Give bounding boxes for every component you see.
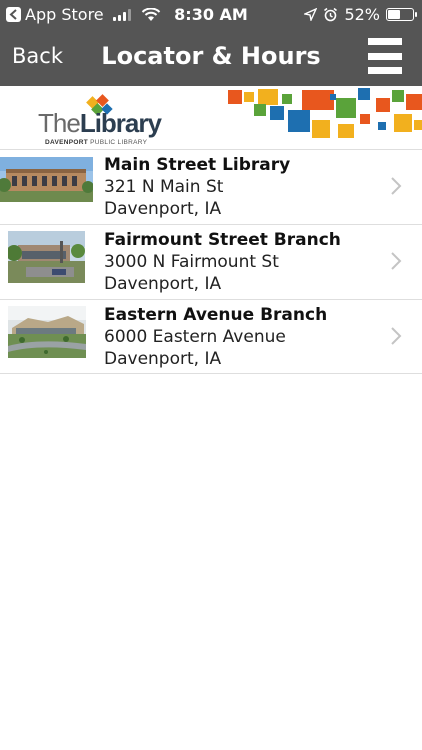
location-address: 3000 N Fairmount St: [104, 252, 279, 272]
hamburger-menu-icon[interactable]: [368, 38, 402, 74]
location-row-fairmount[interactable]: Fairmount Street Branch 3000 N Fairmount…: [0, 224, 422, 299]
alarm-clock-icon: [324, 7, 338, 22]
location-name: Main Street Library: [104, 155, 291, 175]
location-address: 6000 Eastern Avenue: [104, 327, 286, 347]
location-city: Davenport, IA: [104, 349, 222, 369]
page-title: Locator & Hours: [101, 42, 321, 70]
chevron-right-icon[interactable]: [390, 326, 402, 346]
location-arrow-icon: [304, 8, 318, 21]
location-list: Main Street Library 321 N Main St Davenp…: [0, 149, 422, 374]
status-bar: App Store 8:30 AM 52%: [0, 0, 422, 30]
battery-percent: 52%: [344, 5, 380, 24]
location-info: Fairmount Street Branch 3000 N Fairmount…: [104, 229, 341, 295]
logo-subtitle: DAVENPORT PUBLIC LIBRARY: [45, 139, 148, 146]
location-info: Eastern Avenue Branch 6000 Eastern Avenu…: [104, 304, 327, 370]
location-address: 321 N Main St: [104, 177, 224, 197]
eastern-avenue-branch-photo: [8, 306, 86, 358]
main-street-library-photo: [0, 157, 93, 202]
logo-wordmark: TheLibrary: [38, 108, 162, 138]
battery-icon: [386, 8, 417, 21]
decorative-mosaic: [228, 88, 422, 138]
location-row-eastern[interactable]: Eastern Avenue Branch 6000 Eastern Avenu…: [0, 299, 422, 374]
location-info: Main Street Library 321 N Main St Davenp…: [104, 154, 290, 220]
library-banner: TheLibrary DAVENPORT PUBLIC LIBRARY: [0, 86, 422, 149]
location-name: Fairmount Street Branch: [104, 230, 341, 250]
location-city: Davenport, IA: [104, 199, 222, 219]
location-name: Eastern Avenue Branch: [104, 305, 328, 325]
location-city: Davenport, IA: [104, 274, 222, 294]
fairmount-branch-photo: [8, 231, 85, 283]
navigation-bar: Back Locator & Hours: [0, 30, 422, 86]
chevron-right-icon[interactable]: [390, 176, 402, 196]
chevron-right-icon[interactable]: [390, 251, 402, 271]
status-right: 52%: [304, 5, 417, 24]
location-row-main-street[interactable]: Main Street Library 321 N Main St Davenp…: [0, 149, 422, 224]
top-bar: App Store 8:30 AM 52% Back Locator & Hou…: [0, 0, 422, 86]
